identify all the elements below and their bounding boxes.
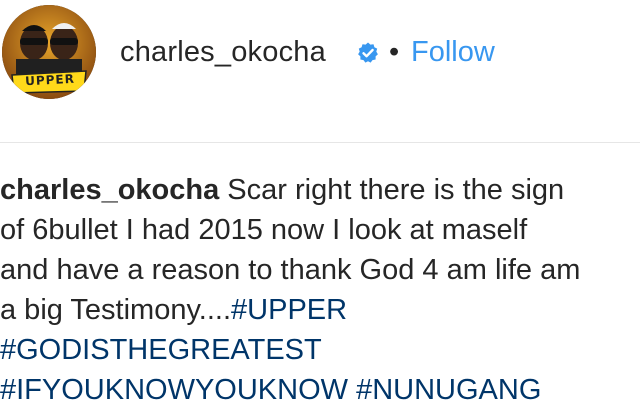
caption-text: a big Testimony....	[0, 294, 232, 326]
caption-line: charles_okocha Scar right there is the s…	[0, 170, 640, 210]
hashtag-upper[interactable]: #UPPER	[231, 294, 347, 326]
hashtag-ifyouknowyouknow[interactable]: #IFYOUKNOWYOUKNOW	[0, 374, 348, 406]
avatar[interactable]: UPPER	[2, 5, 96, 99]
post-header: UPPER charles_okocha • Follow	[0, 0, 640, 110]
separator-dot: •	[389, 36, 400, 68]
hashtag-godisthegreatest[interactable]: #GODISTHEGREATEST	[0, 334, 322, 366]
caption-text: Scar right there is the sign	[219, 174, 565, 206]
caption-username[interactable]: charles_okocha	[0, 174, 219, 206]
header-username[interactable]: charles_okocha	[120, 36, 326, 69]
hashtag-separator	[348, 374, 356, 406]
divider	[0, 142, 640, 143]
caption-line: and have a reason to thank God 4 am life…	[0, 250, 640, 290]
post-caption: charles_okocha Scar right there is the s…	[0, 170, 640, 410]
caption-line: #GODISTHEGREATEST	[0, 330, 640, 370]
caption-line: of 6bullet I had 2015 now I look at mase…	[0, 210, 640, 250]
caption-line: a big Testimony....#UPPER	[0, 290, 640, 330]
hashtag-nunugang[interactable]: #NUNUGANG	[356, 374, 541, 406]
caption-line: #IFYOUKNOWYOUKNOW #NUNUGANG	[0, 370, 640, 410]
caption-text: and have a reason to thank God 4 am life…	[0, 254, 581, 286]
instagram-post: UPPER charles_okocha • Follow charles_ok…	[0, 0, 640, 414]
follow-button[interactable]: Follow	[411, 36, 495, 69]
caption-text: of 6bullet I had 2015 now I look at mase…	[0, 214, 528, 246]
verified-badge-icon	[358, 42, 378, 63]
